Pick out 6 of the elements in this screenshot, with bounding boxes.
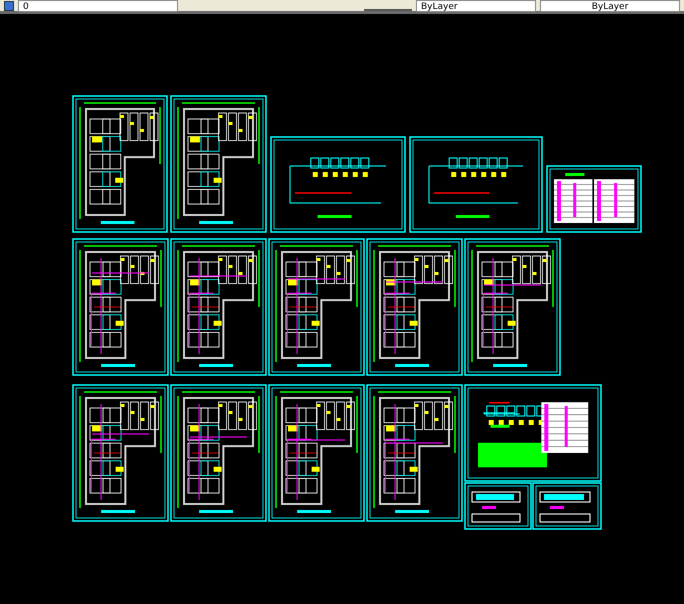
color-dropdown[interactable]: ByLayer xyxy=(416,0,536,12)
layer-dropdown[interactable]: 0 xyxy=(18,0,178,12)
detail-drawing xyxy=(464,482,532,530)
linetype-dropdown[interactable]: ByLayer xyxy=(540,0,680,12)
layer-state-icon[interactable] xyxy=(4,1,14,11)
detail-drawing xyxy=(532,482,602,530)
